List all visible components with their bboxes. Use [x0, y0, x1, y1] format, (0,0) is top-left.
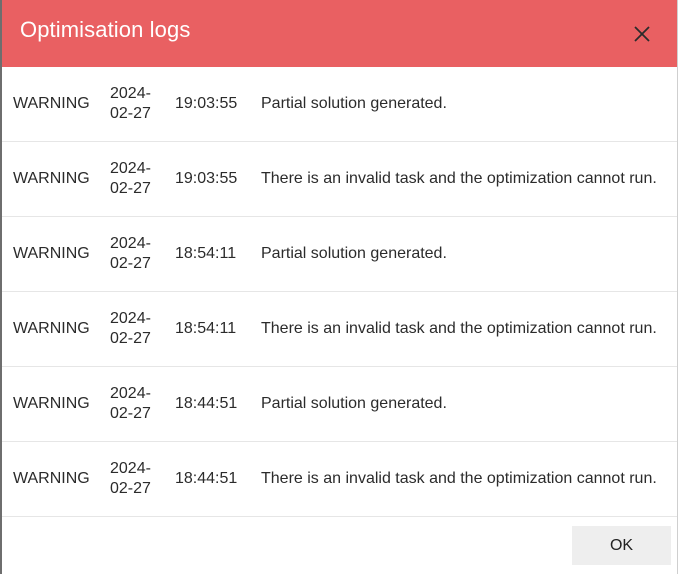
- log-level: WARNING: [13, 470, 90, 487]
- log-time: 18:44:51: [175, 395, 238, 412]
- log-date: 2024-02-27: [110, 235, 151, 272]
- close-icon: [634, 26, 650, 42]
- log-date: 2024-02-27: [110, 310, 151, 347]
- log-date: 2024-02-27: [110, 85, 151, 122]
- log-message: There is an invalid task and the optimiz…: [261, 170, 657, 187]
- log-message: Partial solution generated.: [261, 95, 447, 112]
- log-row: WARNING 2024-02-27 18:44:51 There is an …: [2, 442, 677, 517]
- log-message: There is an invalid task and the optimiz…: [261, 320, 657, 337]
- log-row: WARNING 2024-02-27 19:03:55 There is an …: [2, 142, 677, 217]
- log-message: Partial solution generated.: [261, 245, 447, 262]
- log-level: WARNING: [13, 245, 90, 262]
- log-time: 18:54:11: [175, 245, 237, 262]
- log-level: WARNING: [13, 320, 90, 337]
- log-row: WARNING 2024-02-27 18:54:11 Partial solu…: [2, 217, 677, 292]
- dialog-title: Optimisation logs: [20, 17, 191, 42]
- log-time: 19:03:55: [175, 170, 238, 187]
- log-time: 18:44:51: [175, 470, 238, 487]
- log-row: WARNING 2024-02-27 18:44:51 Partial solu…: [2, 367, 677, 442]
- log-level: WARNING: [13, 395, 90, 412]
- log-message: Partial solution generated.: [261, 395, 447, 412]
- ok-button[interactable]: OK: [572, 526, 671, 565]
- log-date: 2024-02-27: [110, 160, 151, 197]
- dialog-header: Optimisation logs: [2, 0, 677, 67]
- log-row: WARNING 2024-02-27 18:54:11 There is an …: [2, 292, 677, 367]
- dialog-footer: OK: [2, 516, 677, 574]
- optimisation-logs-dialog: Optimisation logs WARNING 2024-02-27 19:…: [0, 0, 678, 574]
- log-date: 2024-02-27: [110, 385, 151, 422]
- log-row: WARNING 2024-02-27 19:03:55 Partial solu…: [2, 67, 677, 142]
- close-button[interactable]: [628, 20, 656, 48]
- log-list: WARNING 2024-02-27 19:03:55 Partial solu…: [2, 67, 677, 517]
- log-level: WARNING: [13, 170, 90, 187]
- log-date: 2024-02-27: [110, 460, 151, 497]
- log-time: 19:03:55: [175, 95, 238, 112]
- log-time: 18:54:11: [175, 320, 237, 337]
- log-message: There is an invalid task and the optimiz…: [261, 470, 657, 487]
- log-level: WARNING: [13, 95, 90, 112]
